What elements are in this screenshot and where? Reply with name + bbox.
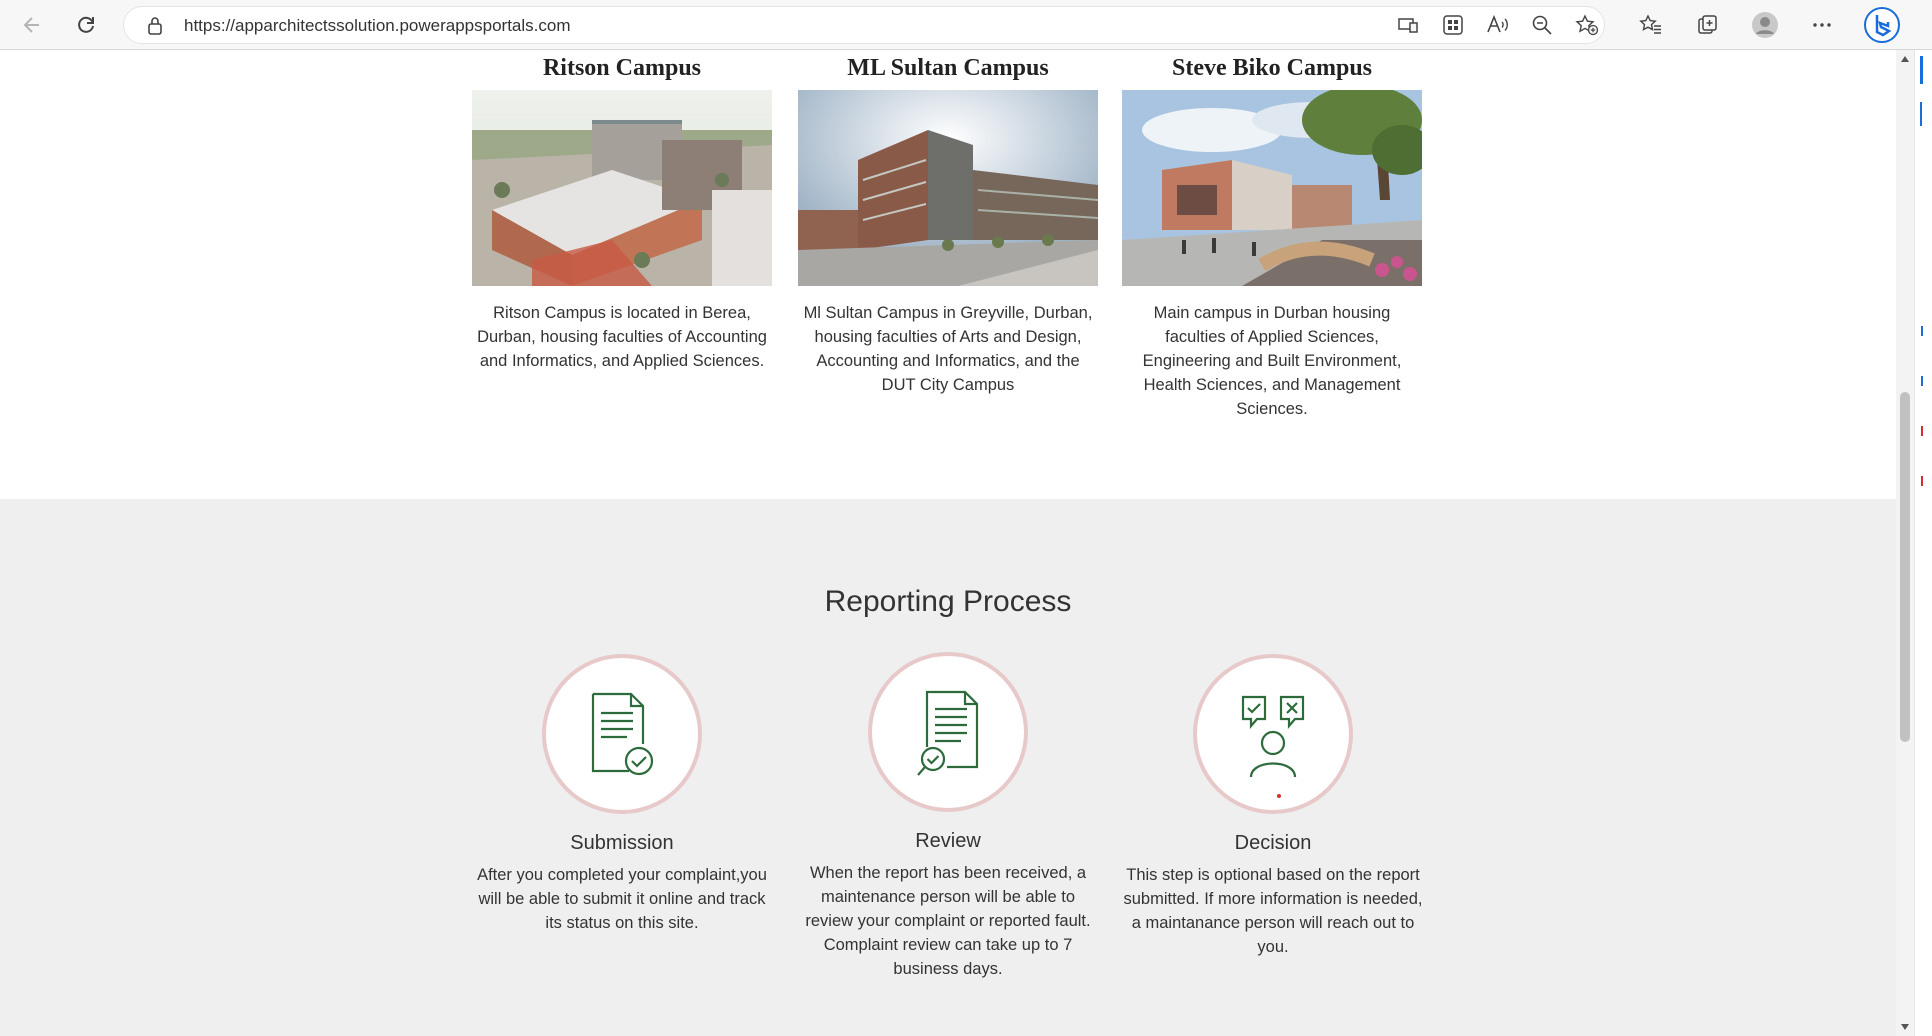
page-scrollbar[interactable]	[1896, 50, 1914, 1036]
zoom-button[interactable]	[1526, 9, 1558, 41]
section-title: Reporting Process	[824, 585, 1072, 618]
step-icon-circle	[1193, 654, 1353, 814]
sidebar-accent	[1920, 56, 1923, 84]
sidebar-marker	[1921, 426, 1923, 436]
step-title: Review	[915, 830, 981, 852]
zoom-out-icon	[1532, 15, 1552, 35]
back-button[interactable]	[16, 9, 48, 41]
read-aloud-button[interactable]	[1482, 9, 1514, 41]
campus-card-ml-sultan: ML Sultan Campus Ml Sultan Campus in Gre…	[798, 50, 1098, 397]
step-description: This step is optional based on the repor…	[1123, 866, 1423, 956]
red-dot-marker	[1277, 794, 1281, 798]
campus-title: ML Sultan Campus	[847, 55, 1049, 81]
refresh-button[interactable]	[70, 9, 102, 41]
browser-toolbar: https://apparchitectssolution.powerappsp…	[0, 0, 1932, 50]
lock-icon	[146, 16, 164, 41]
campus-description: Main campus in Durban housing faculties …	[1142, 304, 1402, 418]
avatar-icon	[1752, 12, 1778, 38]
collections-button[interactable]	[1692, 9, 1724, 41]
star-add-icon	[1575, 14, 1599, 36]
sidebar-marker	[1921, 326, 1923, 336]
apps-button[interactable]	[1437, 9, 1469, 41]
reporting-process-section: Reporting Process Submission After you c…	[0, 499, 1896, 1036]
campus-image-ritson	[472, 90, 772, 286]
person-decision-icon	[1241, 695, 1305, 778]
campus-image-steve-biko	[1122, 90, 1422, 286]
collections-icon	[1698, 15, 1717, 34]
app-available-button[interactable]	[1392, 9, 1424, 41]
campus-card-ritson: Ritson Campus Ritson Campus is located i…	[472, 50, 772, 373]
favorites-button[interactable]	[1635, 9, 1667, 41]
scroll-down-arrow[interactable]	[1901, 1024, 1909, 1030]
refresh-icon	[78, 16, 94, 33]
more-options-button[interactable]	[1806, 9, 1838, 41]
ellipsis-icon	[1813, 23, 1831, 27]
campus-image-ml-sultan	[798, 90, 1098, 286]
sidebar-marker	[1921, 476, 1923, 486]
document-check-icon	[591, 692, 654, 776]
campus-title: Ritson Campus	[542, 55, 702, 81]
apps-grid-icon	[1443, 15, 1463, 35]
step-decision: Decision This step is optional based on …	[1120, 654, 1426, 959]
step-title: Submission	[570, 832, 674, 854]
document-search-icon	[917, 690, 979, 776]
read-aloud-icon	[1487, 14, 1508, 33]
bing-icon	[1864, 7, 1900, 43]
step-icon-circle	[868, 652, 1028, 812]
app-available-icon	[1398, 18, 1418, 33]
step-description: When the report has been received, a mai…	[805, 864, 1091, 978]
step-title: Decision	[1234, 832, 1312, 854]
url-text[interactable]: https://apparchitectssolution.powerappsp…	[184, 16, 570, 36]
campus-card-steve-biko: Steve Biko Campus Main campus in Durban …	[1122, 50, 1422, 421]
address-bar[interactable]: https://apparchitectssolution.powerappsp…	[123, 6, 1605, 44]
favorites-list-icon	[1639, 14, 1661, 34]
scroll-thumb[interactable]	[1900, 392, 1910, 742]
step-icon-circle	[542, 654, 702, 814]
step-review: Review When the report has been received…	[795, 652, 1101, 981]
campus-description: Ml Sultan Campus in Greyville, Durban, h…	[803, 304, 1093, 394]
bing-button[interactable]	[1863, 6, 1901, 44]
scroll-up-arrow[interactable]	[1901, 56, 1909, 62]
step-description: After you completed your complaint,you w…	[477, 866, 767, 932]
step-submission: Submission After you completed your comp…	[469, 654, 775, 935]
campus-title: Steve Biko Campus	[1171, 55, 1373, 81]
profile-button[interactable]	[1749, 9, 1781, 41]
page-content: Ritson Campus Ritson Campus is located i…	[0, 50, 1896, 1036]
sidebar-marker	[1921, 376, 1923, 386]
edge-sidebar	[1914, 50, 1932, 1036]
back-arrow-icon	[23, 17, 39, 33]
campus-description: Ritson Campus is located in Berea, Durba…	[477, 304, 767, 370]
sidebar-accent	[1920, 102, 1922, 126]
add-favorite-button[interactable]	[1571, 9, 1603, 41]
